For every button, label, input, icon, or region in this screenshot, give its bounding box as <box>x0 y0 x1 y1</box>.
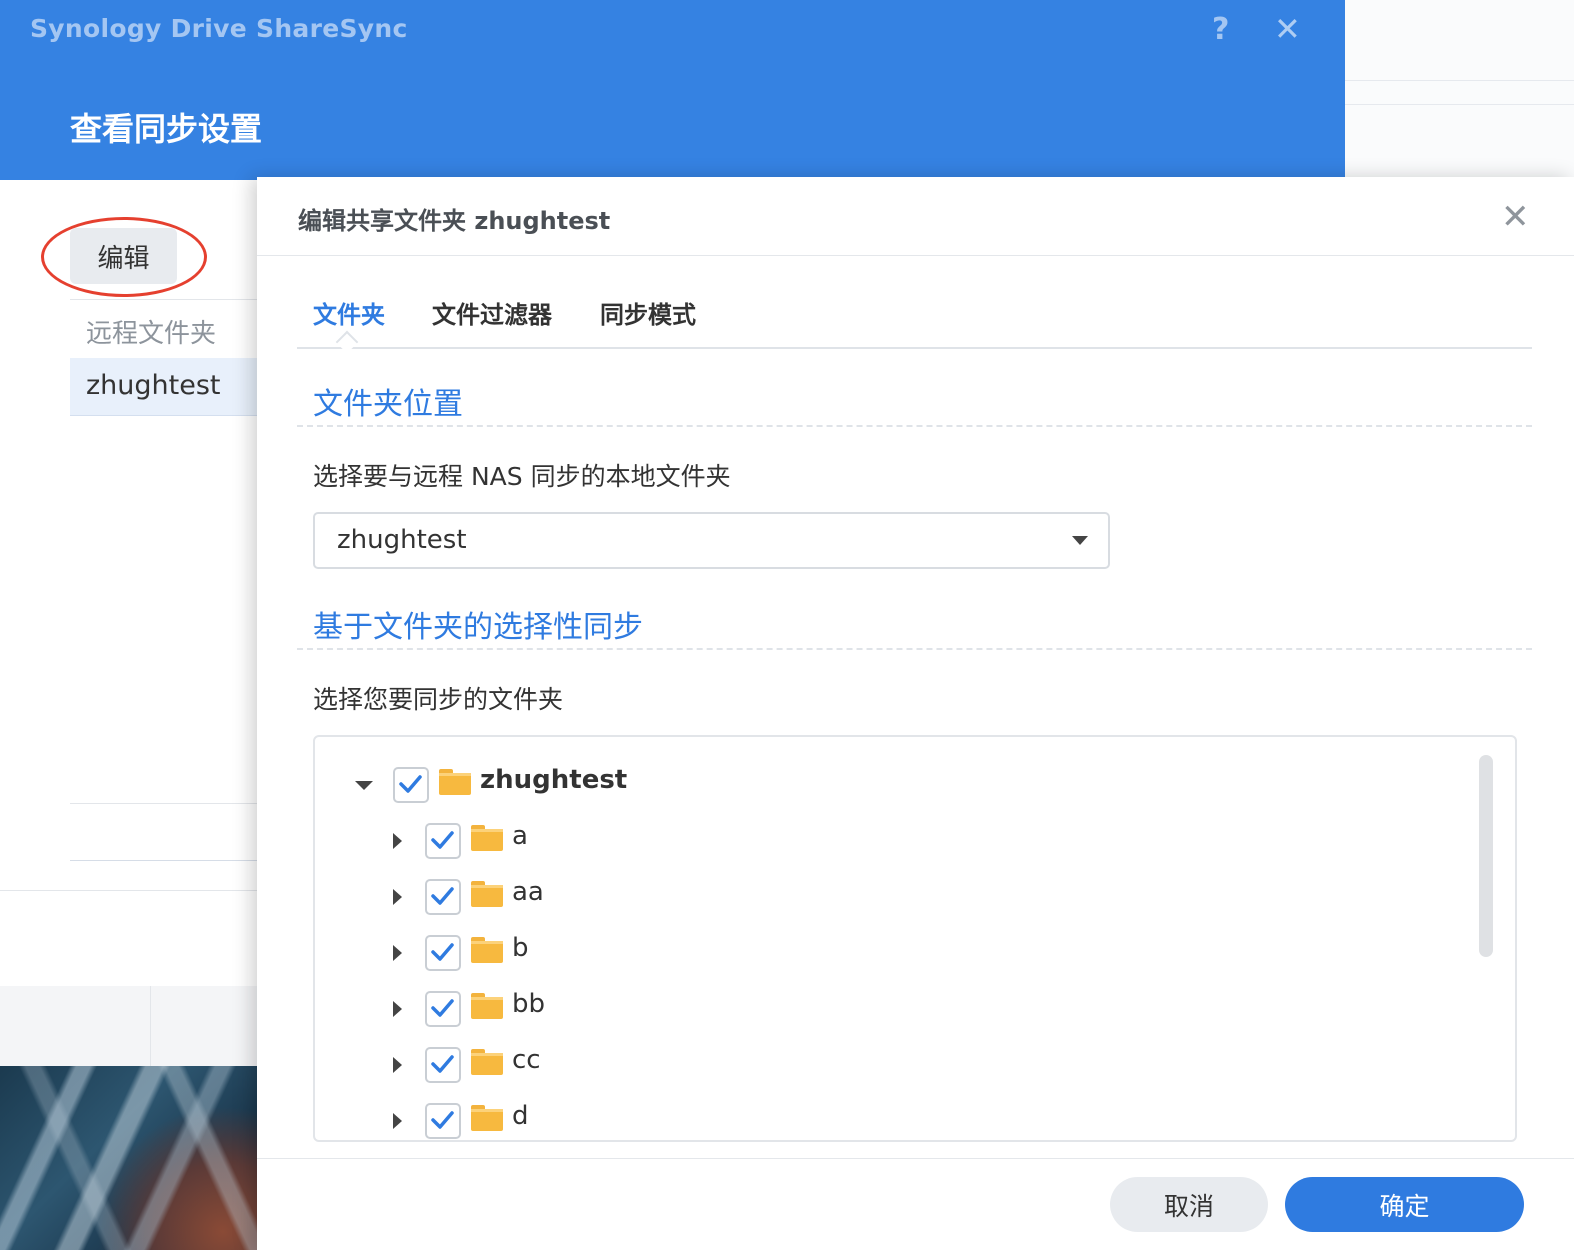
close-icon[interactable]: ✕ <box>1274 10 1301 48</box>
ok-button[interactable]: 确定 <box>1285 1177 1524 1232</box>
dialog-title: 编辑共享文件夹 zhughtest <box>298 207 611 235</box>
tree-node-label: zhughtest <box>480 765 628 795</box>
scrollbar[interactable] <box>1479 755 1493 957</box>
tree-node-label: aa <box>512 877 544 907</box>
divider <box>150 986 151 1066</box>
app-header: Synology Drive ShareSync ? ✕ 查看同步设置 <box>0 0 1345 180</box>
tree-node[interactable]: aa <box>391 877 791 917</box>
selective-sync-prompt: 选择您要同步的文件夹 <box>313 685 564 714</box>
tab-sync-mode[interactable]: 同步模式 <box>600 295 696 330</box>
caret-down-icon[interactable] <box>355 781 373 790</box>
folder-icon <box>471 993 503 1019</box>
caret-right-icon[interactable] <box>393 1113 402 1129</box>
tree-node[interactable]: a <box>391 821 791 861</box>
tree-node-label: cc <box>512 1045 541 1075</box>
background-panel-right <box>1345 0 1574 180</box>
chevron-down-icon <box>1072 536 1088 545</box>
divider <box>0 890 262 891</box>
divider <box>70 860 262 861</box>
caret-right-icon[interactable] <box>393 1001 402 1017</box>
local-folder-select[interactable]: zhughtest <box>313 512 1110 569</box>
help-icon[interactable]: ? <box>1212 12 1229 47</box>
caret-right-icon[interactable] <box>393 1057 402 1073</box>
highlight-annotation <box>41 217 207 297</box>
divider <box>70 299 262 300</box>
app-title: Synology Drive ShareSync <box>30 14 408 43</box>
divider <box>1345 104 1574 105</box>
folder-icon <box>471 1105 503 1131</box>
folder-icon <box>439 769 471 795</box>
tab-folder[interactable]: 文件夹 <box>313 295 385 330</box>
page-title: 查看同步设置 <box>70 110 263 148</box>
table-row[interactable]: zhughtest <box>70 358 262 416</box>
folder-icon <box>471 937 503 963</box>
tab-bar: 文件夹 文件过滤器 同步模式 <box>297 295 1532 354</box>
tree-node-root[interactable]: zhughtest <box>355 765 755 805</box>
remote-folder-name: zhughtest <box>86 370 221 401</box>
caret-right-icon[interactable] <box>393 889 402 905</box>
folder-icon <box>471 825 503 851</box>
background-panel-lower <box>0 986 262 1066</box>
tab-file-filter[interactable]: 文件过滤器 <box>432 295 552 330</box>
local-folder-prompt: 选择要与远程 NAS 同步的本地文件夹 <box>313 462 731 491</box>
caret-right-icon[interactable] <box>393 833 402 849</box>
checkbox-checked[interactable] <box>425 879 461 915</box>
tree-node-label: d <box>512 1101 529 1131</box>
checkbox-checked[interactable] <box>425 823 461 859</box>
remote-folder-column-header: 远程文件夹 <box>86 319 217 349</box>
caret-right-icon[interactable] <box>393 945 402 961</box>
active-tab-indicator <box>335 330 359 354</box>
local-folder-value: zhughtest <box>337 525 467 555</box>
section-divider <box>297 648 1532 650</box>
checkbox-checked[interactable] <box>393 767 429 803</box>
edit-shared-folder-dialog: 编辑共享文件夹 zhughtest ✕ 文件夹 文件过滤器 同步模式 文件夹位置… <box>257 177 1574 1250</box>
folder-location-title: 文件夹位置 <box>313 387 463 422</box>
checkbox-checked[interactable] <box>425 1103 461 1139</box>
cancel-button[interactable]: 取消 <box>1110 1177 1268 1232</box>
folder-icon <box>471 881 503 907</box>
sync-settings-panel <box>0 180 262 986</box>
checkbox-checked[interactable] <box>425 991 461 1027</box>
folder-tree: zhughtest a aa b bb cc d <box>313 735 1517 1142</box>
selective-sync-title: 基于文件夹的选择性同步 <box>313 610 643 645</box>
dialog-close-icon[interactable]: ✕ <box>1501 197 1530 237</box>
tree-node-label: bb <box>512 989 546 1019</box>
checkbox-checked[interactable] <box>425 935 461 971</box>
tree-node[interactable]: d <box>391 1101 791 1140</box>
checkbox-checked[interactable] <box>425 1047 461 1083</box>
divider <box>70 803 262 804</box>
section-divider <box>297 425 1532 427</box>
divider <box>257 255 1574 256</box>
tree-node-label: b <box>512 933 529 963</box>
tree-node[interactable]: b <box>391 933 791 973</box>
tree-node[interactable]: bb <box>391 989 791 1029</box>
tree-node-label: a <box>512 821 528 851</box>
divider <box>1345 80 1574 81</box>
tree-node[interactable]: cc <box>391 1045 791 1085</box>
divider <box>257 1158 1574 1159</box>
folder-icon <box>471 1049 503 1075</box>
desktop-wallpaper <box>0 1066 262 1250</box>
